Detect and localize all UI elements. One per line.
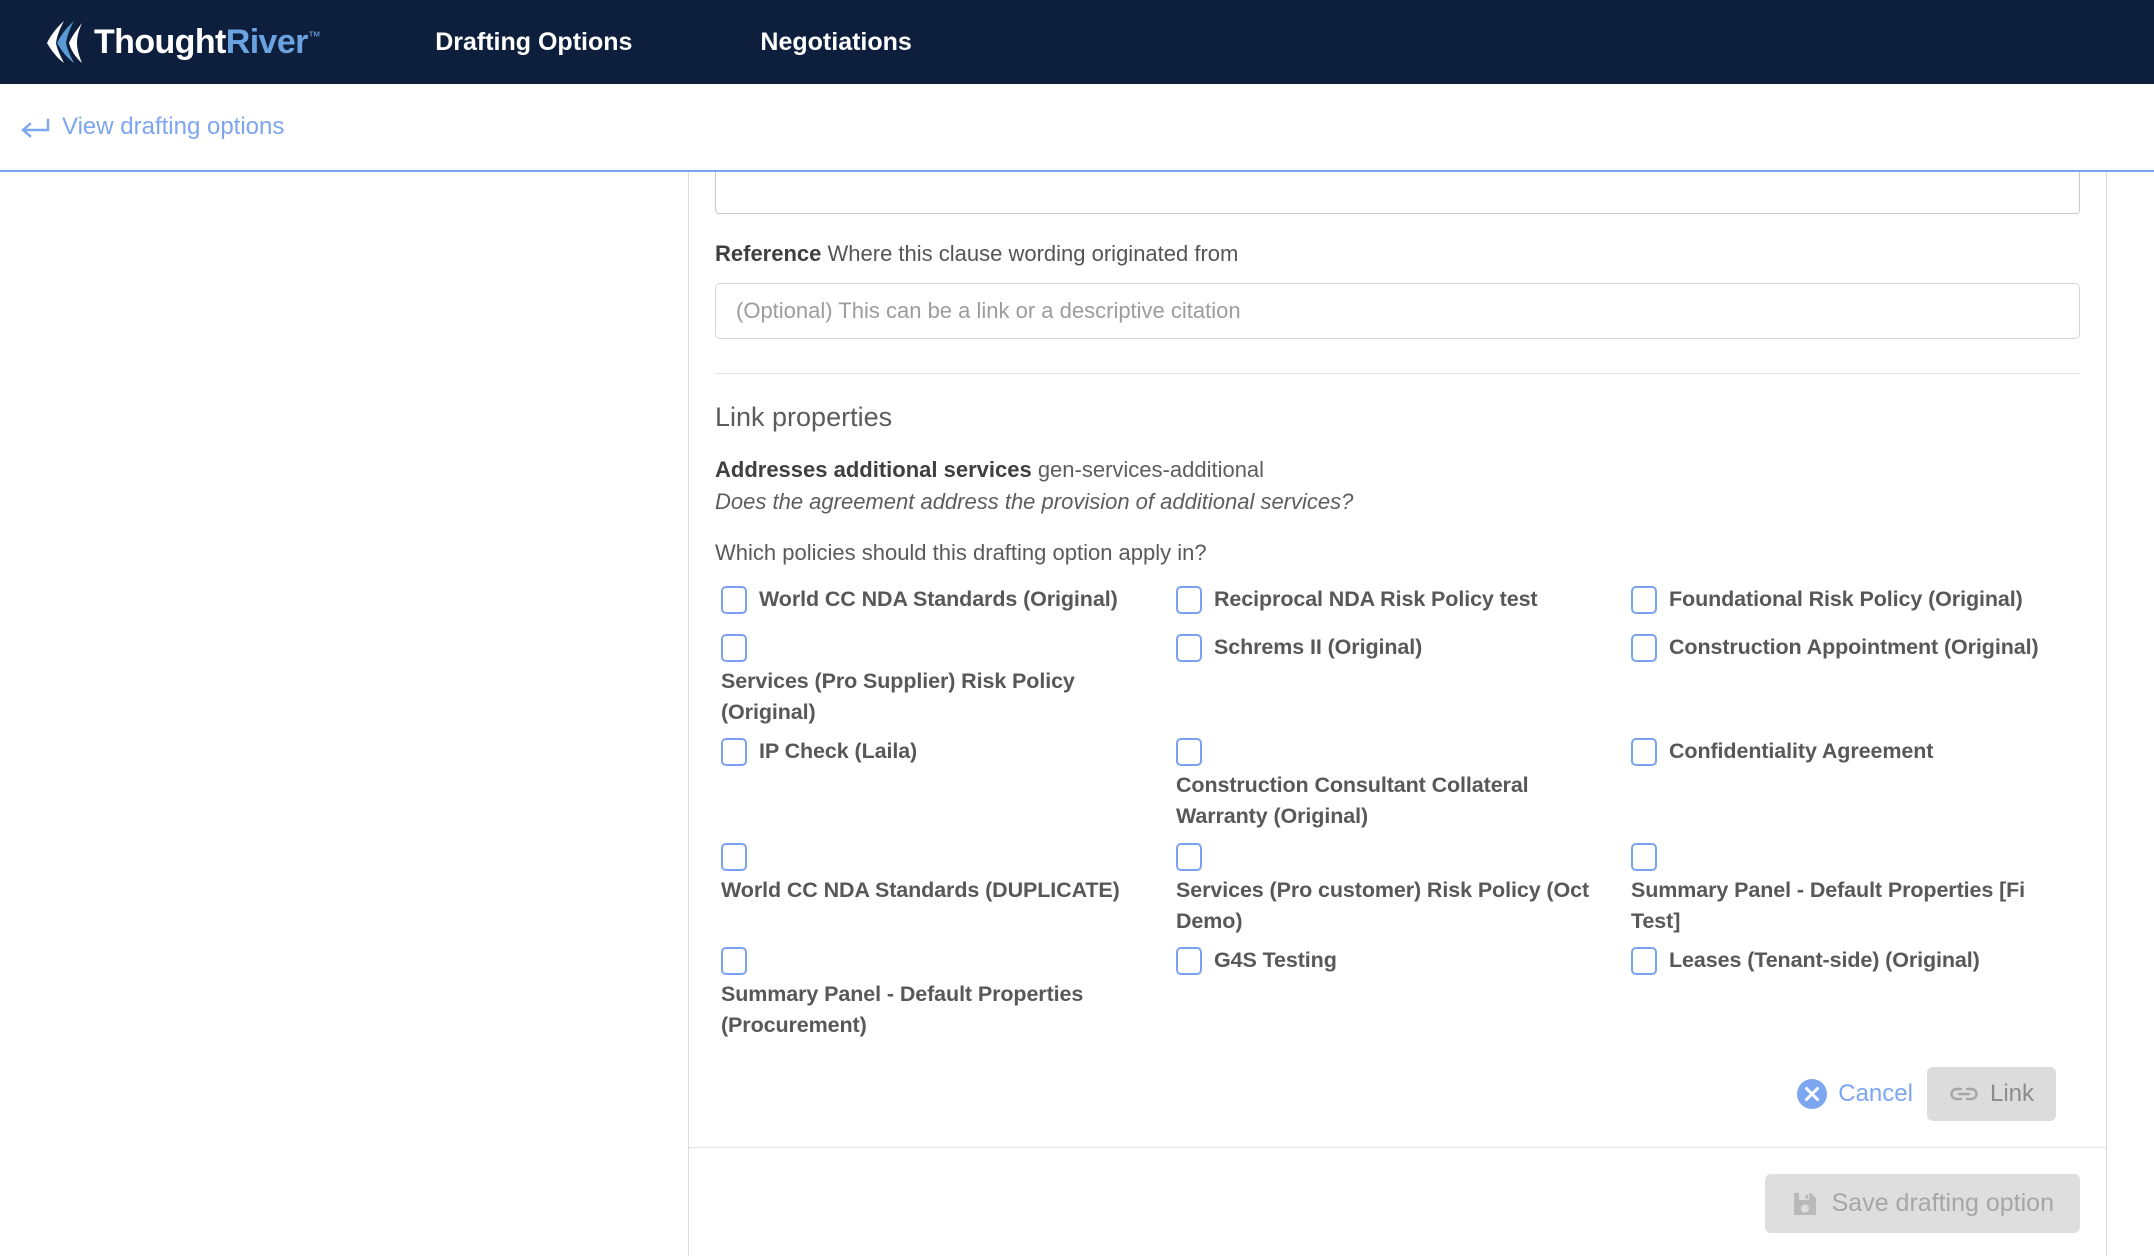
logo-text-secondary: River (225, 23, 309, 61)
link-button-label: Link (1989, 1080, 2034, 1108)
clause-wording-textarea[interactable] (715, 172, 2080, 214)
property-code: gen-services-additional (1031, 456, 1265, 482)
nav-links: Drafting Options Negotiations (435, 28, 912, 57)
policy-label: IP Check (Laila) (759, 739, 918, 764)
reference-field-block: Reference Where this clause wording orig… (689, 214, 2106, 374)
checkbox-input[interactable] (721, 738, 747, 767)
policy-checkbox-item[interactable]: Services (Pro customer) Risk Policy (Oct… (1170, 841, 1625, 937)
policy-checkbox-grid: World CC NDA Standards (Original) Recipr… (715, 584, 2080, 1049)
close-circle-icon (1797, 1079, 1828, 1110)
link-properties-section: Link properties Addresses additional ser… (689, 374, 2106, 1148)
checkbox-input[interactable] (1631, 947, 1657, 975)
cancel-button-label: Cancel (1838, 1080, 1913, 1108)
policy-label: Construction Appointment (Original) (1669, 634, 2039, 659)
link-button[interactable]: Link (1926, 1067, 2056, 1122)
save-action-row: Save drafting option (689, 1147, 2106, 1256)
reference-label: Reference Where this clause wording orig… (715, 240, 2080, 269)
nav-item-drafting-options[interactable]: Drafting Options (435, 28, 632, 57)
policy-checkbox-item[interactable]: Construction Consultant Collateral Warra… (1170, 736, 1625, 832)
checkbox-input[interactable] (721, 585, 747, 614)
thoughtriver-logo-icon (47, 21, 82, 63)
cancel-button[interactable]: Cancel (1792, 1072, 1927, 1116)
sub-header: View drafting options (0, 84, 2154, 172)
floppy-disk-icon (1793, 1192, 1816, 1215)
policy-checkbox-item[interactable]: Foundational Risk Policy (Original) (1625, 584, 2080, 624)
policy-label: Leases (Tenant-side) (Original) (1669, 948, 1980, 972)
checkbox-input[interactable] (1631, 585, 1657, 614)
policy-checkbox-item[interactable]: IP Check (Laila) (715, 736, 1170, 776)
policy-label: World CC NDA Standards (Original) (759, 586, 1118, 611)
checkbox-input[interactable] (1176, 842, 1202, 871)
policy-label: G4S Testing (1214, 948, 1337, 972)
checkbox-input[interactable] (721, 842, 747, 871)
reference-label-bold: Reference (715, 241, 822, 266)
policy-label: Confidentiality Agreement (1669, 739, 1934, 764)
save-button-label: Save drafting option (1831, 1189, 2054, 1218)
logo-text-primary: Thought (94, 23, 226, 61)
policies-question: Which policies should this drafting opti… (715, 539, 1207, 565)
page-body: Reference Where this clause wording orig… (0, 172, 2154, 1256)
policy-checkbox-item[interactable]: Services (Pro Supplier) Risk Policy (Ori… (715, 632, 1170, 728)
checkbox-input[interactable] (721, 633, 747, 662)
logo-wordmark: ThoughtRiver™ (94, 23, 321, 61)
app-logo[interactable]: ThoughtRiver™ (44, 0, 321, 84)
policy-checkbox-item[interactable]: World CC NDA Standards (DUPLICATE) (715, 841, 1170, 906)
nav-item-negotiations[interactable]: Negotiations (760, 28, 911, 57)
policy-checkbox-item[interactable]: Schrems II (Original) (1170, 632, 1625, 672)
checkbox-input[interactable] (721, 947, 747, 975)
policy-checkbox-item[interactable]: Construction Appointment (Original) (1625, 632, 2080, 672)
top-navigation-bar: ThoughtRiver™ Drafting Options Negotiati… (0, 0, 2154, 84)
policy-label: Summary Panel - Default Properties [Fi T… (1631, 877, 2026, 933)
policy-label: Services (Pro customer) Risk Policy (Oct… (1176, 877, 1590, 933)
checkbox-input[interactable] (1631, 842, 1657, 871)
reference-label-hint: Where this clause wording originated fro… (821, 241, 1239, 266)
property-description: Does the agreement address the provision… (715, 489, 1354, 515)
link-properties-title: Link properties (715, 401, 893, 432)
policy-label: Schrems II (Original) (1214, 634, 1423, 659)
policy-checkbox-item[interactable]: Confidentiality Agreement (1625, 736, 2080, 776)
back-to-drafting-options-link[interactable]: View drafting options (18, 113, 284, 141)
checkbox-input[interactable] (1176, 947, 1202, 975)
link-action-row: Cancel Link (715, 1049, 2080, 1147)
chain-link-icon (1950, 1088, 1978, 1101)
checkbox-input[interactable] (1176, 585, 1202, 614)
policy-label: World CC NDA Standards (DUPLICATE) (721, 877, 1120, 902)
policy-checkbox-item[interactable]: Reciprocal NDA Risk Policy test (1170, 584, 1625, 624)
property-name: Addresses additional services (715, 456, 1032, 482)
policy-label: Summary Panel - Default Properties (Proc… (721, 982, 1084, 1038)
policy-checkbox-item[interactable]: G4S Testing (1170, 945, 1625, 985)
back-arrow-icon (21, 118, 50, 138)
checkbox-input[interactable] (1176, 633, 1202, 662)
policy-checkbox-item[interactable]: World CC NDA Standards (Original) (715, 584, 1170, 624)
save-drafting-option-button[interactable]: Save drafting option (1764, 1174, 2080, 1234)
policy-checkbox-item[interactable]: Summary Panel - Default Properties [Fi T… (1625, 841, 2080, 937)
policy-label: Construction Consultant Collateral Warra… (1176, 773, 1529, 829)
back-link-label: View drafting options (62, 113, 285, 140)
checkbox-input[interactable] (1631, 738, 1657, 767)
logo-trademark: ™ (307, 28, 321, 44)
reference-input[interactable] (715, 282, 2080, 339)
policy-checkbox-item[interactable]: Summary Panel - Default Properties (Proc… (715, 945, 1170, 1041)
policy-label: Services (Pro Supplier) Risk Policy (Ori… (721, 668, 1075, 725)
policy-label: Reciprocal NDA Risk Policy test (1214, 586, 1538, 611)
checkbox-input[interactable] (1631, 633, 1657, 662)
checkbox-input[interactable] (1176, 738, 1202, 767)
drafting-option-panel: Reference Where this clause wording orig… (688, 172, 2107, 1256)
policy-checkbox-item[interactable]: Leases (Tenant-side) (Original) (1625, 945, 2080, 985)
property-line: Addresses additional services gen-servic… (715, 455, 2080, 485)
policy-label: Foundational Risk Policy (Original) (1669, 586, 2023, 611)
